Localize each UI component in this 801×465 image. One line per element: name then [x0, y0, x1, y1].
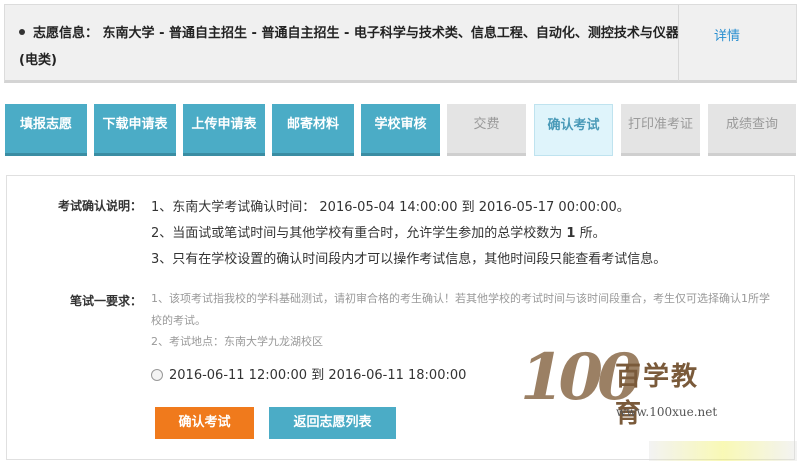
exam-note-line: 1、东南大学考试确认时间： 2016-05-04 14:00:00 到 2016…	[151, 200, 630, 215]
corner-watermark	[649, 441, 797, 461]
requirement-label: 笔试一要求：	[69, 294, 142, 308]
info-text: 东南大学 - 普通自主招生 - 普通自主招生 - 电子科学与技术类、信息工程、自…	[19, 26, 679, 68]
application-info-bar: 志愿信息： 东南大学 - 普通自主招生 - 普通自主招生 - 电子科学与技术类、…	[4, 4, 797, 83]
step-mail-materials[interactable]: 邮寄材料	[272, 104, 354, 156]
step-print-admission-ticket: 打印准考证	[621, 104, 700, 156]
divider	[678, 5, 679, 81]
exam-note-line: 3、只有在学校设置的确认时间段内才可以操作考试信息，其他时间段只能查看考试信息。	[151, 252, 667, 267]
detail-link[interactable]: 详情	[714, 25, 740, 44]
step-score-query: 成绩查询	[708, 104, 796, 156]
requirement-note: 1、该项考试指我校的学科基础测试，请初审合格的考生确认！若其他学校的考试时间与该…	[151, 292, 770, 327]
requirement-location: 2、考试地点：东南大学九龙湖校区	[151, 335, 323, 348]
exam-notes-label: 考试确认说明：	[57, 199, 142, 213]
step-payment: 交费	[447, 104, 526, 156]
info-label: 志愿信息：	[33, 26, 99, 41]
progress-steps: 填报志愿 下载申请表 上传申请表 邮寄材料 学校审核 交费 确认考试 打印准考证…	[5, 104, 800, 156]
step-download-form[interactable]: 下载申请表	[94, 104, 176, 156]
exam-session-time: 2016-06-11 12:00:00 到 2016-06-11 18:00:0…	[169, 368, 467, 383]
step-upload-form[interactable]: 上传申请表	[183, 104, 265, 156]
confirm-exam-button[interactable]: 确认考试	[155, 407, 254, 439]
step-school-review[interactable]: 学校审核	[361, 104, 440, 156]
exam-session-option[interactable]: 2016-06-11 12:00:00 到 2016-06-11 18:00:0…	[151, 364, 466, 383]
application-info: 志愿信息： 东南大学 - 普通自主招生 - 普通自主招生 - 电子科学与技术类、…	[19, 20, 679, 74]
step-confirm-exam[interactable]: 确认考试	[534, 104, 613, 156]
bullet-icon	[19, 28, 25, 35]
back-to-list-button[interactable]: 返回志愿列表	[269, 407, 396, 439]
exam-note-line: 2、当面试或笔试时间与其他学校有重合时，允许学生参加的总学校数为 1 所。	[151, 226, 606, 241]
step-fill-application[interactable]: 填报志愿	[5, 104, 87, 156]
radio-button[interactable]	[151, 368, 163, 381]
